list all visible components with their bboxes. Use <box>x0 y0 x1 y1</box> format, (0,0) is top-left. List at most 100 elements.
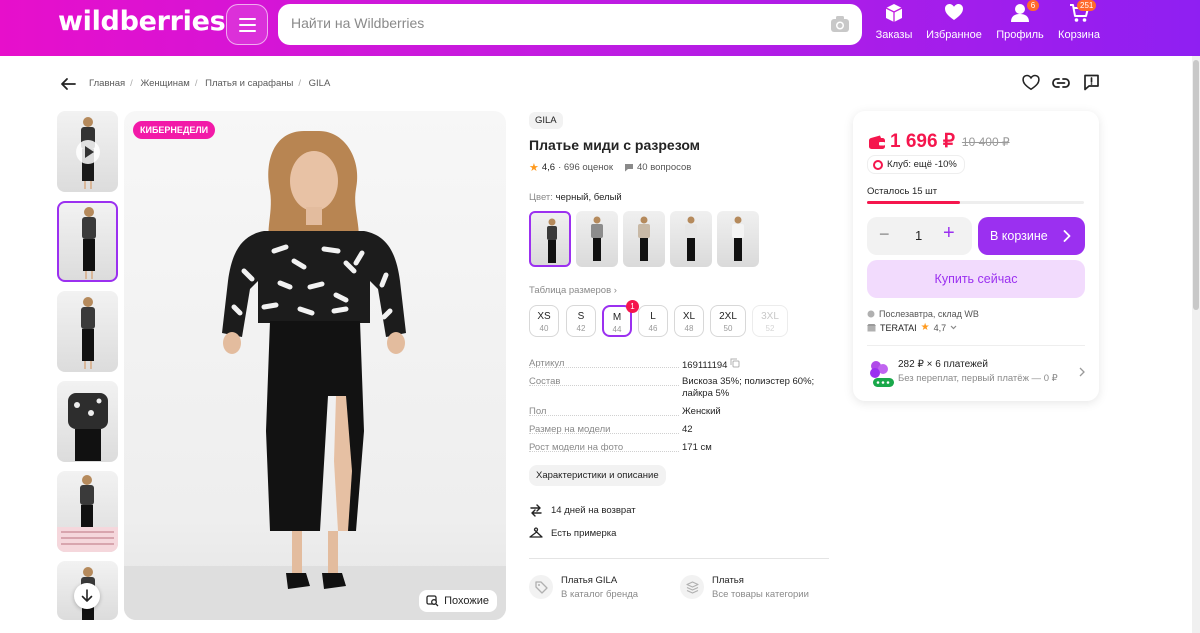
buy-card: 1 696 ₽ 10 400 ₽ Клуб: ещё -10% Осталось… <box>853 111 1099 401</box>
color-photo <box>732 216 744 261</box>
breadcrumb-item[interactable]: Главная <box>89 78 125 89</box>
nav-profile[interactable]: 6 Профиль <box>990 0 1050 41</box>
divider <box>867 345 1085 346</box>
seller-info[interactable]: TERATAI ★ 4,7 <box>867 322 957 333</box>
share-link-icon[interactable] <box>1052 76 1070 90</box>
reviews-count: · 696 оценок <box>558 162 613 173</box>
gallery-thumb[interactable] <box>57 381 118 462</box>
nav-orders-label: Заказы <box>875 29 913 41</box>
model-photo <box>124 131 506 620</box>
similar-search-icon <box>426 595 439 607</box>
breadcrumb-item[interactable]: GILA <box>309 78 331 89</box>
delivery-icon <box>867 310 875 318</box>
scrollbar-thumb[interactable] <box>1193 60 1199 310</box>
feature-fitting[interactable]: Есть примерка <box>529 527 616 539</box>
copy-icon[interactable] <box>730 358 740 368</box>
breadcrumb-item[interactable]: Женщинам <box>140 78 189 89</box>
report-icon[interactable] <box>1083 74 1100 91</box>
club-discount-badge[interactable]: Клуб: ещё -10% <box>867 155 965 174</box>
model-photo <box>57 475 118 552</box>
brand-tag[interactable]: GILA <box>529 112 563 129</box>
profile-badge: 6 <box>1027 0 1039 11</box>
nav-cart-label: Корзина <box>1058 29 1100 41</box>
size-table-link[interactable]: Таблица размеров › <box>529 285 617 296</box>
similar-button[interactable]: Похожие <box>419 590 497 612</box>
main-product-image[interactable]: КИБЕРНЕДЕЛИ Похожие <box>124 111 506 620</box>
wallet-icon <box>869 135 885 149</box>
stock-left: Осталось 15 шт <box>867 186 938 197</box>
questions-icon <box>624 164 633 172</box>
price: 1 696 ₽ 10 400 ₽ <box>869 130 1010 153</box>
nav-profile-label: Профиль <box>996 29 1044 41</box>
cart-badge: 251 <box>1077 0 1097 11</box>
quantity-stepper: − 1 + <box>867 217 972 255</box>
gallery-thumb[interactable] <box>57 471 118 552</box>
chevron-down-icon[interactable] <box>950 325 957 330</box>
size-option[interactable]: XS 40 <box>529 305 559 337</box>
product-rating[interactable]: ★ 4,6 · 696 оценок 40 вопросов <box>529 161 691 174</box>
size-cart-badge: 1 <box>626 300 639 313</box>
size-option[interactable]: S 42 <box>566 305 596 337</box>
nav-orders[interactable]: Заказы <box>864 3 924 41</box>
decrease-button[interactable]: − <box>879 224 890 245</box>
category-link[interactable]: Платья Все товары категории <box>680 575 809 600</box>
product-title: Платье миди с разрезом <box>529 137 701 153</box>
favorite-heart-icon[interactable] <box>1022 74 1040 91</box>
current-price: 1 696 ₽ <box>890 131 955 152</box>
characteristics-button[interactable]: Характеристики и описание <box>529 465 666 486</box>
nav-cart[interactable]: 251 Корзина <box>1049 0 1109 41</box>
search-input[interactable] <box>291 15 811 31</box>
nav-favorites[interactable]: Избранное <box>924 3 984 41</box>
gallery-thumb[interactable] <box>57 201 118 282</box>
tag-icon <box>534 580 548 594</box>
color-option[interactable] <box>670 211 712 267</box>
page-scrollbar[interactable] <box>1192 56 1200 633</box>
seller-rating: 4,7 <box>933 322 947 333</box>
size-option-unavailable: 3XL 52 <box>752 305 788 337</box>
breadcrumb-item[interactable]: Платья и сарафаны <box>205 78 293 89</box>
hanger-icon <box>529 527 543 538</box>
model-photo <box>82 207 96 279</box>
heart-icon <box>945 4 963 20</box>
color-option[interactable] <box>529 211 571 267</box>
buy-now-button[interactable]: Купить сейчас <box>867 260 1085 298</box>
color-option[interactable] <box>623 211 665 267</box>
return-arrows-icon <box>530 504 542 517</box>
wildberries-logo[interactable]: wildberries <box>58 6 226 37</box>
gallery-scroll-down-button[interactable] <box>74 583 100 609</box>
size-option[interactable]: 2XL 50 <box>710 305 746 337</box>
brand-catalog-link[interactable]: Платья GILA В каталог бренда <box>529 575 638 600</box>
gallery-thumb-video[interactable] <box>57 111 118 192</box>
nav-favorites-label: Избранное <box>926 29 982 41</box>
breadcrumb: Главная / Женщинам / Платья и сарафаны / GI… <box>89 78 331 89</box>
stock-bar-fill <box>867 201 961 204</box>
quantity-value: 1 <box>915 228 923 243</box>
chevron-right-icon <box>1079 367 1085 377</box>
model-photo <box>81 297 95 369</box>
size-option[interactable]: XL 48 <box>674 305 704 337</box>
stack-icon <box>685 580 699 594</box>
menu-button[interactable] <box>226 4 268 45</box>
in-cart-button[interactable]: В корзине <box>978 217 1085 255</box>
delivery-info[interactable]: Послезавтра, склад WB <box>867 309 979 319</box>
feature-return[interactable]: 14 дней на возврат <box>529 504 636 517</box>
play-video-icon[interactable] <box>76 140 100 164</box>
increase-button[interactable]: + <box>943 222 955 245</box>
installment-subtitle: Без переплат, первый платёж — 0 ₽ <box>898 373 1058 384</box>
site-header: wildberries Заказы Избранное 6 Профиль 2… <box>0 0 1200 56</box>
color-photo <box>547 218 557 263</box>
camera-icon[interactable] <box>830 15 850 33</box>
article-value: 169111194 <box>682 360 728 371</box>
box-icon <box>885 4 903 22</box>
gallery-thumb[interactable] <box>57 291 118 372</box>
back-arrow-icon[interactable] <box>60 76 76 92</box>
color-option[interactable] <box>576 211 618 267</box>
color-option[interactable] <box>717 211 759 267</box>
seller-name[interactable]: TERATAI <box>880 323 917 333</box>
questions-count[interactable]: 40 вопросов <box>637 162 691 173</box>
installment-icon <box>870 361 894 387</box>
model-photo <box>68 393 108 461</box>
color-photo <box>685 216 697 261</box>
color-label: Цвет: черный, белый <box>529 192 622 203</box>
size-option[interactable]: L 46 <box>638 305 668 337</box>
